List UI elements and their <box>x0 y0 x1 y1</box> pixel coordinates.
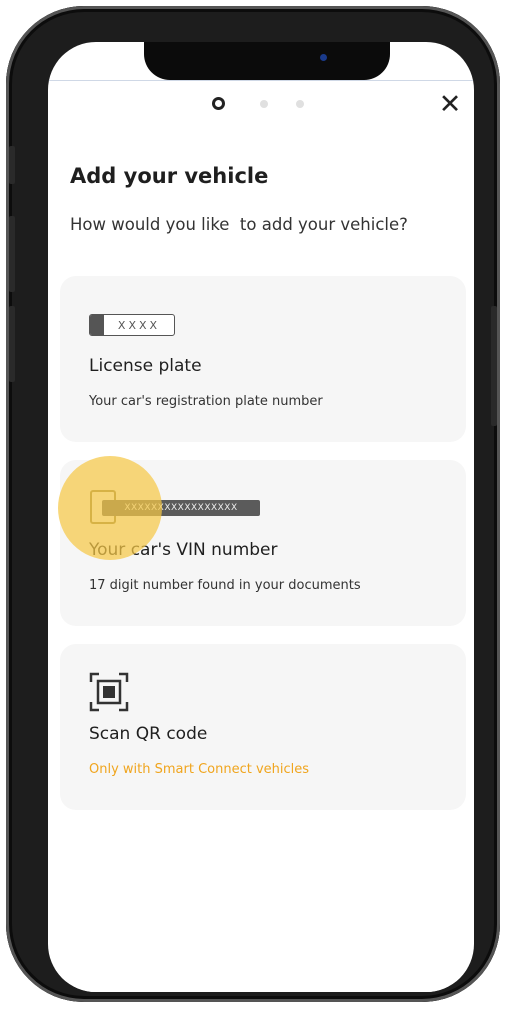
qr-scan-icon <box>89 672 129 712</box>
phone-frame: ✕ Add your vehicle How would you like to… <box>6 6 500 1002</box>
option-description: 17 digit number found in your documents <box>89 578 361 593</box>
page-subtitle: How would you like to add your vehicle? <box>70 215 408 234</box>
option-license-plate[interactable]: XXXX License plate Your car's registrati… <box>60 276 466 442</box>
home-area <box>48 968 474 992</box>
option-scan-qr[interactable]: Scan QR code Only with Smart Connect veh… <box>60 644 466 810</box>
tap-indicator <box>58 456 162 560</box>
option-description: Your car's registration plate number <box>89 394 323 409</box>
status-divider <box>48 80 474 81</box>
camera-icon <box>320 54 327 61</box>
notch <box>144 42 390 80</box>
volume-down-button <box>9 306 15 382</box>
pager-dot <box>296 100 304 108</box>
pager-dot <box>260 100 268 108</box>
step-pager <box>48 94 474 114</box>
option-description: Only with Smart Connect vehicles <box>89 762 310 777</box>
phone-screen: ✕ Add your vehicle How would you like to… <box>48 42 474 992</box>
close-button[interactable]: ✕ <box>436 90 464 118</box>
power-button <box>491 306 497 426</box>
license-plate-icon: XXXX <box>89 314 175 336</box>
close-icon: ✕ <box>438 88 462 120</box>
option-title: License plate <box>89 356 202 376</box>
pager-dot-active <box>212 97 225 110</box>
volume-up-button <box>9 216 15 292</box>
mute-switch <box>9 146 15 184</box>
page-title: Add your vehicle <box>70 164 269 188</box>
option-title: Scan QR code <box>89 724 208 744</box>
